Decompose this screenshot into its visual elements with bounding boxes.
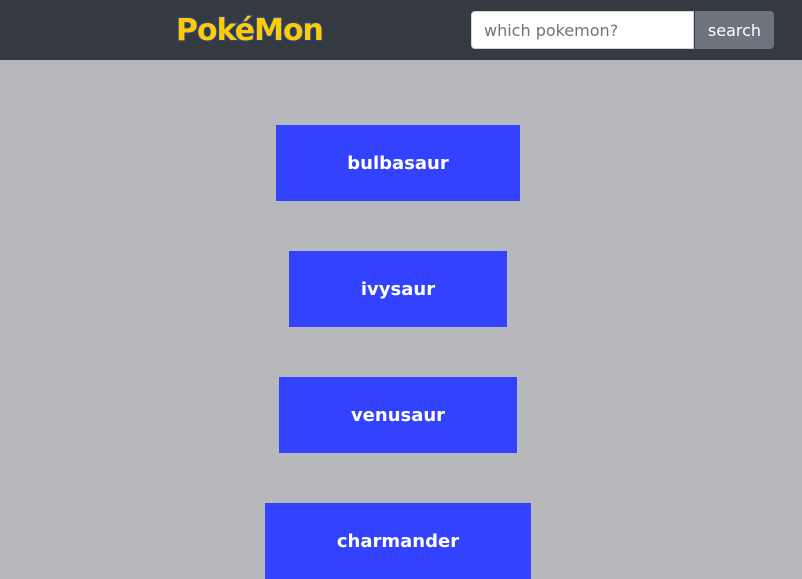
- pokemon-card-charmander[interactable]: charmander: [265, 503, 531, 579]
- logo-text: PokéMon: [175, 12, 325, 49]
- pokemon-card-ivysaur[interactable]: ivysaur: [289, 251, 507, 327]
- pokemon-name: ivysaur: [360, 278, 436, 300]
- pokemon-logo[interactable]: PokéMon: [175, 11, 325, 51]
- pokemon-name: venusaur: [350, 404, 446, 426]
- search-button[interactable]: search: [695, 11, 774, 49]
- pokemon-card-venusaur[interactable]: venusaur: [279, 377, 517, 453]
- search-input[interactable]: [471, 11, 694, 49]
- pokemon-card-bulbasaur[interactable]: bulbasaur: [276, 125, 520, 201]
- pokemon-name: bulbasaur: [347, 152, 449, 174]
- navbar: PokéMon search: [0, 0, 802, 60]
